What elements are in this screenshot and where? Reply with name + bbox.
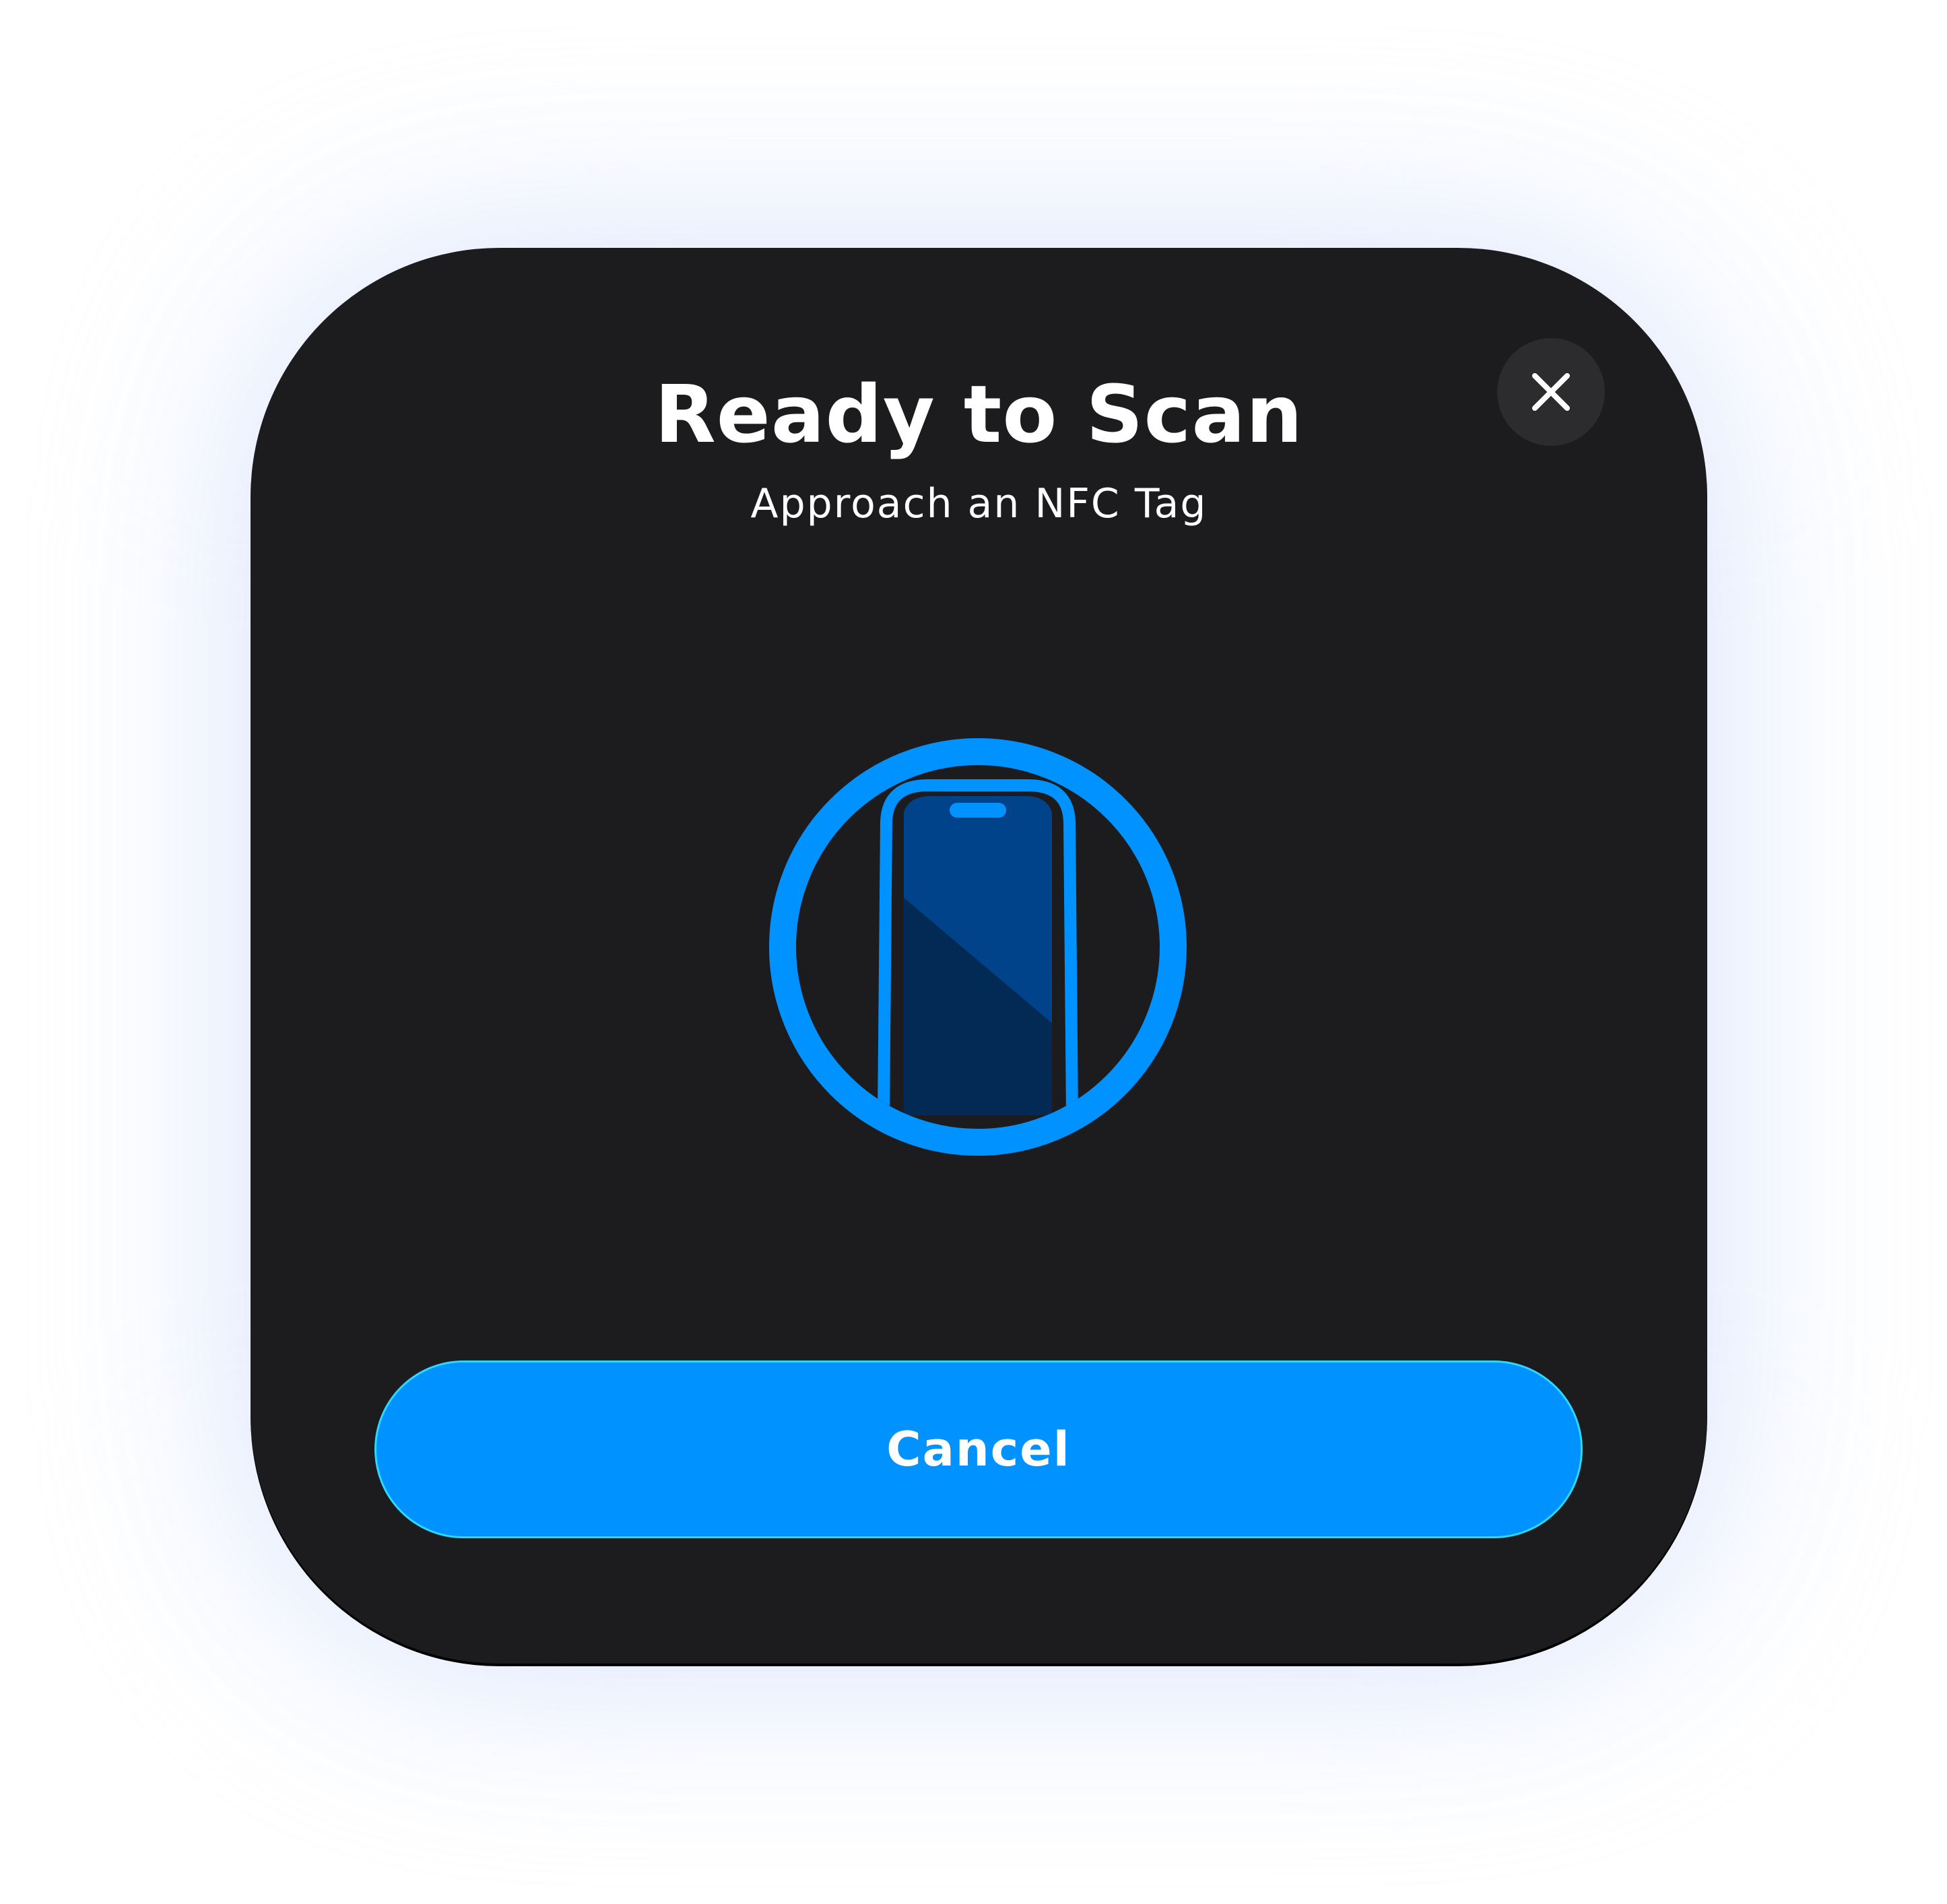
phone-nfc-icon — [769, 738, 1187, 1156]
close-button[interactable] — [1497, 338, 1605, 446]
dialog-subtitle: Approach an NFC Tag — [750, 480, 1208, 527]
dialog-title: Ready to Scan — [654, 368, 1304, 461]
screen: Ready to Scan Approach an NFC Tag Cancel — [0, 0, 1947, 1904]
cancel-label: Cancel — [886, 1422, 1071, 1477]
phone-icon — [878, 779, 1078, 1116]
cancel-button[interactable]: Cancel — [374, 1360, 1583, 1538]
close-icon — [1532, 373, 1570, 411]
